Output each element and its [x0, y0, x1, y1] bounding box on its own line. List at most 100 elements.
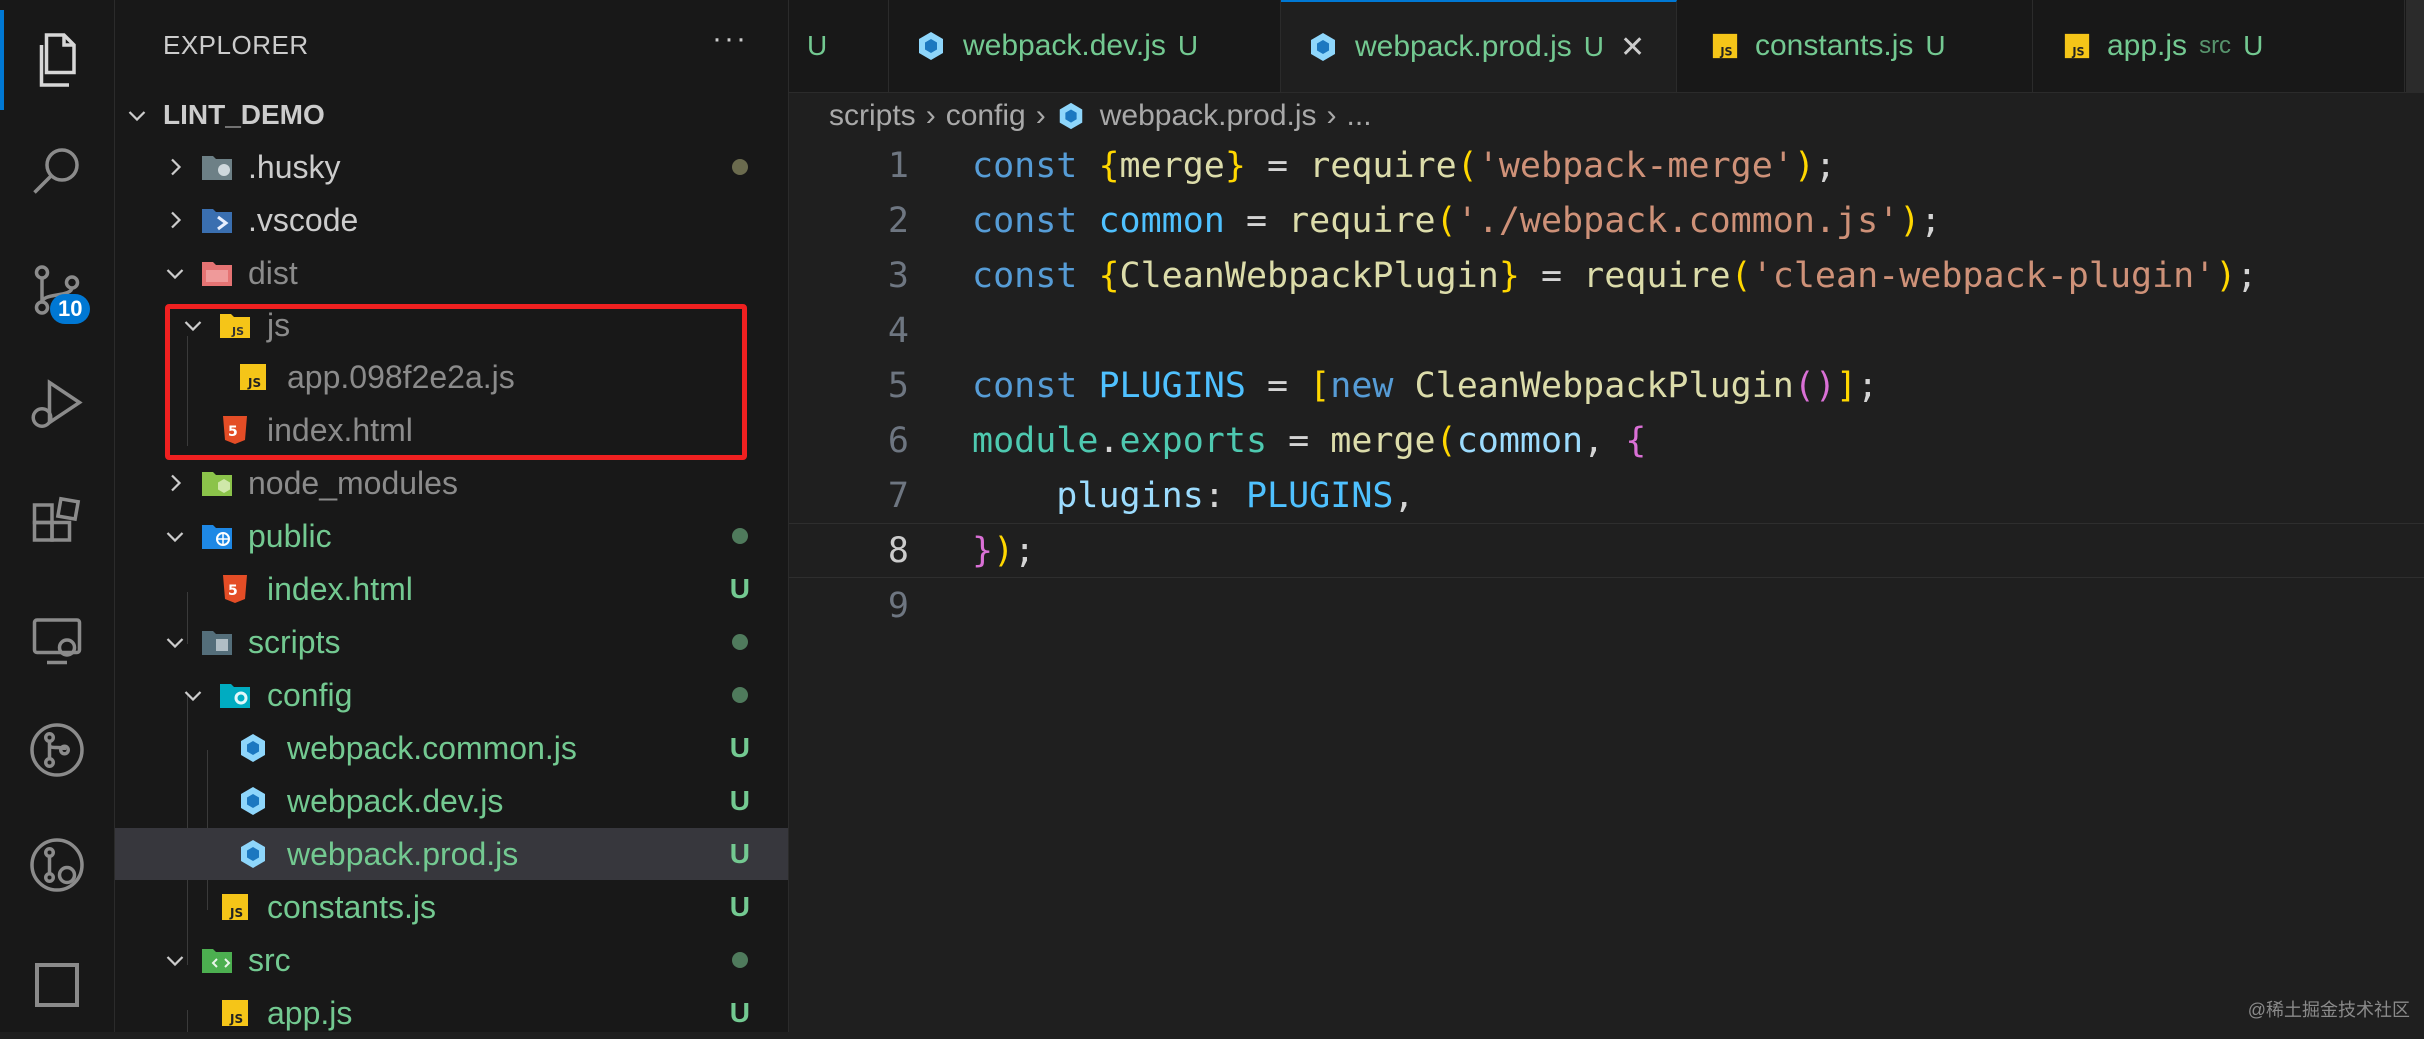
code-text: });	[972, 530, 1036, 571]
watermark: @稀土掘金技术社区	[2247, 1000, 2410, 1020]
status-dot	[732, 634, 748, 650]
explorer-sidebar: EXPLORER ··· LINT_DEMO .husky .vscode di…	[115, 0, 789, 1032]
tree-item-constants[interactable]: JS constants.js U	[115, 881, 788, 933]
tree-item-webpack-common[interactable]: webpack.common.js U	[115, 722, 788, 774]
js-file-icon: JS	[2064, 33, 2090, 58]
tree-item-label: public	[248, 517, 332, 554]
untracked-badge: U	[729, 891, 750, 922]
breadcrumb-item[interactable]: webpack.prod.js	[1100, 99, 1317, 133]
tree-item-scripts[interactable]: scripts	[115, 616, 788, 668]
git-graph-icon[interactable]	[0, 700, 114, 800]
tree-item-dist[interactable]: dist	[115, 247, 788, 299]
tab-scrollbar[interactable]	[2406, 0, 2424, 92]
tab-label: constants.js	[1755, 29, 1914, 62]
tab-webpack-dev[interactable]: webpack.dev.js U	[889, 0, 1281, 92]
chevron-down-icon	[166, 956, 184, 967]
untracked-badge: U	[729, 732, 750, 763]
more-actions-icon[interactable]: ···	[712, 22, 748, 56]
chevron-down-icon	[166, 532, 184, 543]
chevron-right-icon: ›	[1035, 99, 1046, 132]
code-line: 6 module.exports = merge(common, {	[789, 413, 2424, 468]
folder-public-icon	[199, 518, 235, 554]
tree-root[interactable]: LINT_DEMO	[115, 89, 788, 141]
tab-status: U	[1925, 30, 1946, 61]
chevron-right-icon: ›	[1326, 99, 1337, 132]
status-dot	[732, 528, 748, 544]
js-file-icon: JS	[217, 889, 253, 925]
line-number: 2	[887, 200, 909, 241]
tree-item-vscode[interactable]: .vscode	[115, 194, 788, 246]
js-file-icon: JS	[217, 995, 253, 1031]
search-icon[interactable]	[0, 120, 114, 220]
svg-text:JS: JS	[2071, 45, 2084, 58]
tab-label: webpack.dev.js	[963, 29, 1166, 62]
explorer-title: EXPLORER	[163, 30, 309, 60]
tab-webpack-prod[interactable]: webpack.prod.js U ✕	[1281, 0, 1677, 92]
webpack-icon	[235, 730, 271, 766]
remote-explorer-icon[interactable]	[0, 590, 114, 690]
folder-src-icon	[199, 942, 235, 978]
tree-item-label: scripts	[248, 623, 341, 660]
tab-status: U	[2243, 30, 2264, 61]
svg-text:JS: JS	[229, 906, 243, 920]
files-icon[interactable]	[0, 10, 114, 110]
tree-item-husky[interactable]: .husky	[115, 141, 788, 193]
tab-label: webpack.prod.js	[1355, 30, 1572, 63]
breadcrumb-item[interactable]: config	[946, 99, 1026, 133]
root-folder-label: LINT_DEMO	[163, 99, 325, 130]
tree-item-public-index-html[interactable]: 5 index.html U	[115, 563, 788, 615]
breadcrumb-item[interactable]: scripts	[829, 99, 916, 133]
tab-bar: U webpack.dev.js U webpack.prod.js U ✕ J…	[789, 0, 2424, 93]
tree-item-app-js[interactable]: JS app.js U	[115, 987, 788, 1039]
status-dot	[732, 952, 748, 968]
chevron-down-icon	[184, 691, 202, 702]
svg-text:5: 5	[228, 583, 238, 599]
tree-item-config[interactable]: config	[115, 669, 788, 721]
chevron-down-icon	[166, 269, 184, 280]
code-line: 2 const common = require('./webpack.comm…	[789, 193, 2424, 248]
chevron-right-icon: ›	[925, 99, 936, 132]
code-text: const {CleanWebpackPlugin} = require('cl…	[972, 255, 2258, 296]
tree-item-label: .vscode	[248, 201, 359, 238]
chevron-right-icon	[171, 158, 182, 176]
tab-status: U	[1583, 31, 1605, 62]
tree-item-webpack-prod[interactable]: webpack.prod.js U	[115, 828, 788, 880]
line-number: 5	[887, 365, 909, 406]
extensions-icon[interactable]	[0, 475, 114, 575]
tree-item-label: .husky	[248, 148, 341, 185]
svg-text:JS: JS	[229, 1012, 243, 1026]
breadcrumb-item[interactable]: ...	[1347, 99, 1372, 133]
tree-item-label: index.html	[267, 570, 413, 607]
code-text: const common = require('./webpack.common…	[972, 200, 1942, 241]
chevron-down-icon	[128, 111, 146, 122]
tree-item-src[interactable]: src	[115, 934, 788, 986]
code-text: plugins: PLUGINS,	[1056, 475, 1415, 516]
js-file-icon: JS	[1712, 33, 1738, 58]
webpack-icon	[235, 836, 271, 872]
chevron-right-icon	[171, 211, 182, 229]
tab-constants[interactable]: JS constants.js U	[1677, 0, 2033, 92]
line-number: 7	[887, 475, 909, 516]
square-icon[interactable]	[0, 935, 114, 1035]
source-control-badge: 10	[50, 294, 91, 324]
folder-dist-icon	[199, 255, 235, 291]
folder-config-icon	[217, 677, 253, 713]
code-line: 4	[789, 303, 2424, 358]
tree-item-node-modules[interactable]: node_modules	[115, 457, 788, 509]
folder-husky-icon	[199, 149, 235, 185]
tree-item-webpack-dev[interactable]: webpack.dev.js U	[115, 775, 788, 827]
close-icon[interactable]: ✕	[1620, 30, 1645, 65]
tab-status: U	[807, 30, 828, 61]
svg-text:JS: JS	[1719, 45, 1732, 58]
source-control-icon[interactable]: 10	[0, 240, 114, 340]
tab-app-js[interactable]: JS app.js src U	[2033, 0, 2405, 92]
code-line: 3 const {CleanWebpackPlugin} = require('…	[789, 248, 2424, 303]
code-line: 1 const {merge} = require('webpack-merge…	[789, 138, 2424, 193]
line-number: 9	[887, 585, 909, 626]
tree-item-public[interactable]: public	[115, 510, 788, 562]
untracked-badge: U	[729, 573, 750, 604]
tab-partial[interactable]: U	[789, 0, 889, 92]
run-debug-icon[interactable]	[0, 355, 114, 455]
chevron-right-icon	[171, 474, 182, 492]
gitlens-icon[interactable]	[0, 815, 114, 915]
